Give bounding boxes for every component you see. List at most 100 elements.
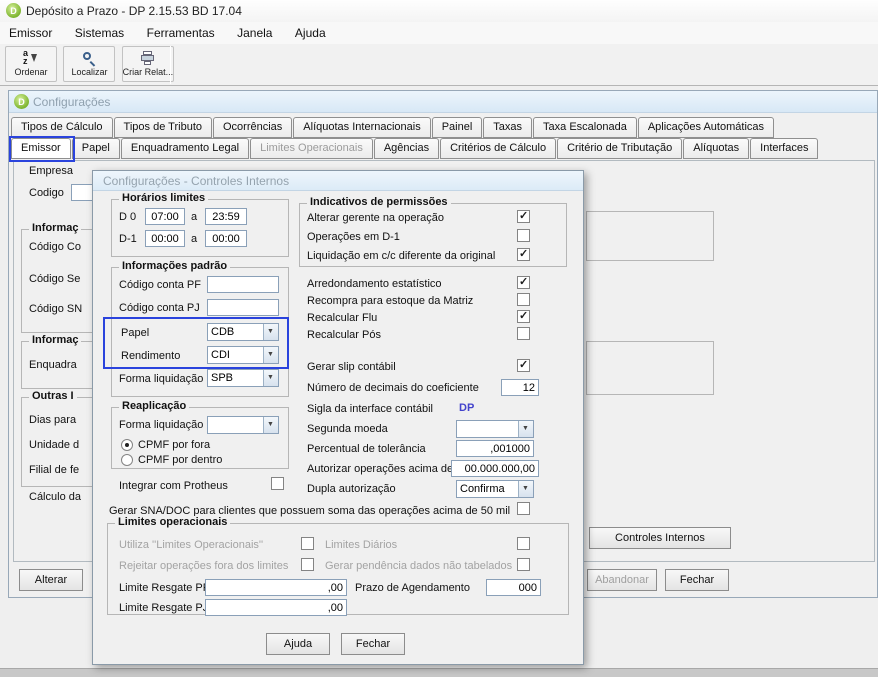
percentual-tolerancia-input[interactable] — [456, 440, 534, 457]
tab-taxa-escalonada[interactable]: Taxa Escalonada — [533, 117, 637, 138]
integrar-protheus-checkbox[interactable] — [271, 477, 284, 490]
group-horarios-limites — [111, 199, 289, 257]
configuracoes-title: Configurações — [33, 95, 110, 109]
forma-liquidacao-select[interactable]: SPB — [207, 369, 279, 387]
group-permissoes-title: Indicativos de permissões — [307, 196, 451, 209]
papel-select[interactable]: CDB — [207, 323, 279, 341]
recompra-checkbox[interactable] — [517, 293, 530, 306]
label-enquadra: Enquadra — [29, 359, 77, 372]
tab-tipos-de-calculo[interactable]: Tipos de Cálculo — [11, 117, 113, 138]
toolbar: a z Ordenar Localizar Criar Relat... — [0, 44, 878, 86]
tab-tipos-de-tributo[interactable]: Tipos de Tributo — [114, 117, 212, 138]
recalcular-pos-checkbox[interactable] — [517, 327, 530, 340]
label-d1: D-1 — [119, 233, 137, 246]
rejeitar-operacoes-checkbox[interactable] — [301, 558, 314, 571]
abandonar-button[interactable]: Abandonar — [587, 569, 657, 591]
tab-papel[interactable]: Papel — [72, 138, 120, 159]
tab-agencias[interactable]: Agências — [374, 138, 439, 159]
chevron-down-icon[interactable] — [263, 417, 278, 433]
dupla-autorizacao-select[interactable]: Confirma — [456, 480, 534, 498]
menu-sistemas[interactable]: Sistemas — [66, 22, 133, 44]
chevron-down-icon[interactable] — [263, 370, 278, 386]
label-empresa: Empresa — [29, 165, 73, 178]
tab-interfaces[interactable]: Interfaces — [750, 138, 818, 159]
configuracoes-titlebar[interactable]: D Configurações — [9, 91, 877, 113]
localizar-button[interactable]: Localizar — [63, 46, 115, 82]
segunda-moeda-select[interactable] — [456, 420, 534, 438]
menu-bar: Emissor Sistemas Ferramentas Janela Ajud… — [0, 22, 878, 44]
label-alterar-gerente: Alterar gerente na operação — [307, 212, 444, 225]
label-prazo-agendamento: Prazo de Agendamento — [355, 582, 470, 595]
check-icon: ✓ — [519, 275, 528, 288]
label-rendimento: Rendimento — [121, 350, 180, 363]
gerar-slip-checkbox[interactable]: ✓ — [517, 359, 530, 372]
window-logo-icon: D — [14, 94, 29, 109]
chevron-down-icon[interactable] — [518, 481, 533, 497]
gerar-sna-checkbox[interactable] — [517, 502, 530, 515]
d1-from-input[interactable] — [145, 230, 185, 247]
tab-emissor[interactable]: Emissor — [11, 138, 71, 159]
menu-janela[interactable]: Janela — [228, 22, 281, 44]
recalcular-flu-checkbox[interactable]: ✓ — [517, 310, 530, 323]
alterar-gerente-checkbox[interactable]: ✓ — [517, 210, 530, 223]
tab-painel[interactable]: Painel — [432, 117, 483, 138]
chevron-down-icon[interactable] — [263, 324, 278, 340]
tab-enquadramento-legal[interactable]: Enquadramento Legal — [121, 138, 249, 159]
dialog-title: Configurações - Controles Internos — [103, 174, 289, 188]
num-decimais-input[interactable] — [501, 379, 539, 396]
screen: { "app": { "title": "Depósito a Prazo - … — [0, 0, 878, 677]
limite-resgate-pj-input[interactable] — [205, 599, 347, 616]
group-informacoes-padrao-title: Informações padrão — [119, 260, 230, 273]
app-logo-icon: D — [6, 3, 21, 18]
fechar-window-button[interactable]: Fechar — [665, 569, 729, 591]
label-limites-diarios: Limites Diários — [325, 539, 397, 552]
prazo-agendamento-input[interactable] — [486, 579, 541, 596]
d0-from-input[interactable] — [145, 208, 185, 225]
conta-pf-input[interactable] — [207, 276, 279, 293]
d0-to-input[interactable] — [205, 208, 247, 225]
controles-internos-button[interactable]: Controles Internos — [589, 527, 731, 549]
utiliza-limites-checkbox[interactable] — [301, 537, 314, 550]
tab-aliquotas-internacionais[interactable]: Alíquotas Internacionais — [293, 117, 430, 138]
ordenar-button[interactable]: a z Ordenar — [5, 46, 57, 82]
tab-ocorrencias[interactable]: Ocorrências — [213, 117, 292, 138]
criar-relatorio-button[interactable]: Criar Relat... — [122, 46, 174, 82]
check-icon: ✓ — [519, 309, 528, 322]
gerar-pendencia-checkbox[interactable] — [517, 558, 530, 571]
fechar-dialog-button[interactable]: Fechar — [341, 633, 405, 655]
dialog-titlebar[interactable]: Configurações - Controles Internos — [93, 171, 583, 191]
tab-taxas[interactable]: Taxas — [483, 117, 532, 138]
label-dias: Dias para — [29, 414, 76, 427]
app-title: Depósito a Prazo - DP 2.15.53 BD 17.04 — [26, 4, 242, 18]
arredondamento-checkbox[interactable]: ✓ — [517, 276, 530, 289]
menu-ferramentas[interactable]: Ferramentas — [138, 22, 224, 44]
conta-pj-input[interactable] — [207, 299, 279, 316]
tab-criterio-de-tributacao[interactable]: Critério de Tributação — [557, 138, 682, 159]
d1-to-input[interactable] — [205, 230, 247, 247]
rendimento-select[interactable]: CDI — [207, 346, 279, 364]
tab-criterios-de-calculo[interactable]: Critérios de Cálculo — [440, 138, 556, 159]
limites-diarios-checkbox[interactable] — [517, 537, 530, 550]
liquidacao-cc-checkbox[interactable]: ✓ — [517, 248, 530, 261]
alterar-button[interactable]: Alterar — [19, 569, 83, 591]
tab-aliquotas[interactable]: Alíquotas — [683, 138, 749, 159]
label-dupla-autorizacao: Dupla autorização — [307, 483, 396, 496]
cpmf-por-dentro-radio[interactable] — [121, 454, 133, 466]
group-horarios-title: Horários limites — [119, 192, 208, 205]
tab-limites-operacionais[interactable]: Limites Operacionais — [250, 138, 373, 159]
check-icon: ✓ — [519, 358, 528, 371]
operacoes-d1-checkbox[interactable] — [517, 229, 530, 242]
limite-resgate-pf-input[interactable] — [205, 579, 347, 596]
chevron-down-icon[interactable] — [263, 347, 278, 363]
cpmf-por-fora-radio[interactable] — [121, 439, 133, 451]
label-gerar-pendencia: Gerar pendência dados não tabelados — [325, 560, 512, 573]
tab-aplicacoes-automaticas[interactable]: Aplicações Automáticas — [638, 117, 774, 138]
chevron-down-icon[interactable] — [518, 421, 533, 437]
label-conta-pj: Código conta PJ — [119, 302, 200, 315]
sort-z-glyph: z — [23, 56, 28, 66]
reap-forma-select[interactable] — [207, 416, 279, 434]
autorizar-acima-input[interactable] — [451, 460, 539, 477]
ajuda-button[interactable]: Ajuda — [266, 633, 330, 655]
menu-ajuda[interactable]: Ajuda — [286, 22, 335, 44]
menu-emissor[interactable]: Emissor — [0, 22, 61, 44]
